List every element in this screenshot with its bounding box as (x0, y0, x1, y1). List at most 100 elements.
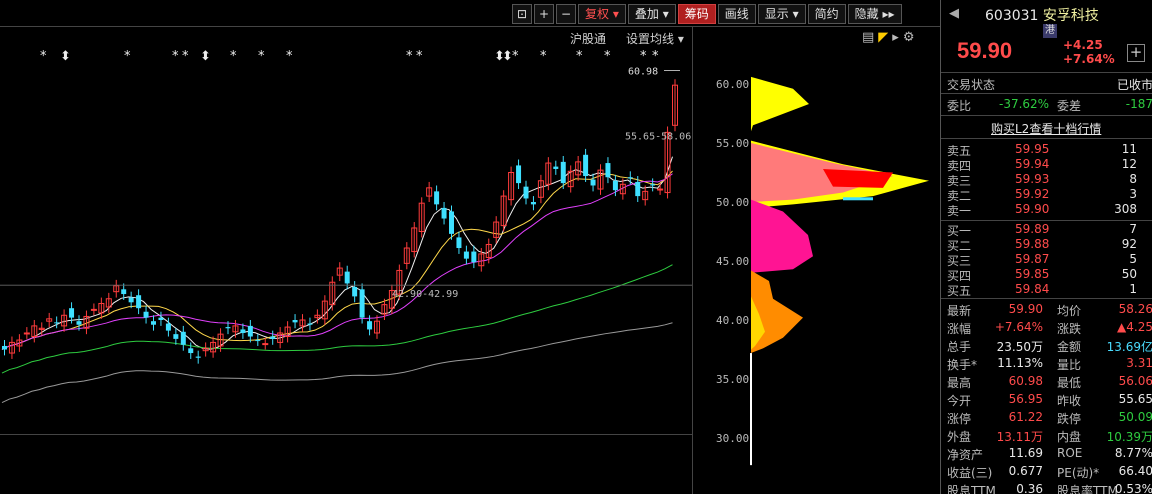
stat-label: 涨幅 (947, 322, 972, 336)
event-marker: * (576, 49, 583, 64)
candle-body-down (367, 321, 373, 330)
candle-body-up (262, 343, 269, 346)
level-annotation: 42.90-42.99 (392, 289, 458, 300)
stat-label: 换手* (947, 358, 978, 372)
stat-value: 10.39万 (1106, 430, 1152, 444)
chip-band-orange (751, 270, 803, 354)
bid-row[interactable]: 买五 59.84 1 (947, 282, 1152, 298)
event-marker: * (652, 49, 659, 64)
candle-body-down (516, 165, 522, 184)
stat-row: 今开 56.95 昨收 55.65 (947, 392, 1152, 408)
level-price: 59.84 (1015, 282, 1050, 296)
jianyue-button[interactable]: 简约 (807, 4, 846, 24)
level-label: 买五 (947, 284, 972, 298)
event-marker: * (604, 49, 611, 64)
xianshi-button[interactable]: 显示 ▾ (757, 4, 806, 24)
bid-row[interactable]: 买一 59.89 7 (947, 222, 1152, 238)
ask-row[interactable]: 卖二 59.92 3 (947, 187, 1152, 203)
ask-row[interactable]: 卖四 59.94 12 (947, 157, 1152, 173)
stat-row: 净资产 11.69 ROE 8.77% (947, 446, 1152, 462)
lock-icon[interactable]: ⊡ (512, 4, 532, 24)
bid-row[interactable]: 买三 59.87 5 (947, 252, 1152, 268)
event-marker: * (124, 49, 131, 64)
stat-label: 跌停 (1057, 412, 1082, 426)
level-price: 59.89 (1015, 222, 1050, 236)
play-icon[interactable]: ▸ (892, 30, 903, 45)
stat-value: 55.65 (1118, 392, 1152, 406)
high-annotation: 60.98 (628, 66, 658, 77)
price-axis-label: 40.00 (716, 314, 750, 327)
chouma-button[interactable]: 筹码 (677, 4, 716, 24)
candle-body-down (270, 336, 276, 339)
webi-row: 委比 -37.62% 委差 -187 (947, 97, 1152, 113)
bid-row[interactable]: 买二 59.88 92 (947, 237, 1152, 253)
prev-stock-icon[interactable]: ◀ (949, 6, 959, 21)
candle-body-down (195, 356, 201, 358)
histogram-icon[interactable]: ▤ (862, 30, 878, 45)
stat-value: +7.64% (994, 320, 1043, 334)
current-price: 59.90 (957, 38, 1013, 63)
stat-label: 内盘 (1057, 430, 1082, 444)
candle-body-down (590, 179, 596, 186)
stat-row: 最新 59.90 均价 58.26 (947, 302, 1152, 318)
webi-label: 委比 (947, 99, 972, 113)
candle-body-down (605, 163, 611, 178)
stat-value: 50.09 (1118, 410, 1152, 424)
stat-label: 最高 (947, 376, 972, 390)
stat-label: PE(动)* (1057, 466, 1100, 480)
ask-row[interactable]: 卖三 59.93 8 (947, 172, 1152, 188)
stat-value: 56.95 (1008, 392, 1043, 406)
yincang-label: 隐藏 (854, 7, 879, 21)
ask-row[interactable]: 卖一 59.90 308 (947, 202, 1152, 218)
l2-link[interactable]: 购买L2查看十档行情 (991, 120, 1101, 137)
candle-body-down (650, 184, 656, 186)
candle-body-down (583, 154, 589, 177)
status-value: 已收市 (1116, 78, 1152, 92)
level-volume: 92 (1121, 237, 1137, 251)
candle-body-down (344, 271, 350, 284)
level-price: 59.88 (1015, 237, 1050, 251)
ask-row[interactable]: 卖五 59.95 11 (947, 142, 1152, 158)
candle-body-down (530, 202, 536, 205)
candlestick-chart[interactable]: 42.90-42.9960.9855.65-58.06* ⬍ * * * ⬍ * * * * * ⬍⬍… (0, 28, 692, 432)
yincang-button[interactable]: 隐藏 ▸▸ (847, 4, 902, 24)
stat-value: 0.36 (1016, 482, 1043, 494)
candle-body-down (225, 327, 231, 329)
webi-value: -37.62% (999, 97, 1050, 111)
status-label: 交易状态 (947, 78, 996, 92)
pointer-icon[interactable]: ◤ (878, 30, 892, 45)
candle-body-up (23, 332, 30, 335)
stat-label: 股息率TTM (1057, 484, 1118, 494)
event-marker: ⬍ (60, 49, 71, 64)
zoom-in-icon[interactable]: + (534, 4, 554, 24)
bid-row[interactable]: 买四 59.85 50 (947, 267, 1152, 283)
huaxian-button[interactable]: 画线 (717, 4, 756, 24)
stock-code: 603031 (985, 8, 1039, 24)
candle-body-down (76, 321, 82, 325)
candle-body-down (292, 320, 298, 323)
candle-body-down (560, 161, 566, 184)
gear-icon[interactable]: ⚙ (903, 30, 919, 45)
stat-row: 换手* 11.13% 量比 3.31 (947, 356, 1152, 372)
candle-body-down (471, 251, 477, 263)
candle-body-down (165, 323, 171, 331)
candle-body-down (247, 325, 253, 337)
fuquan-button[interactable]: 复权 ▾ (578, 4, 626, 24)
stat-value: 56.06 (1118, 374, 1152, 388)
zoom-out-icon[interactable]: − (556, 4, 576, 24)
stat-label: 均价 (1057, 304, 1082, 318)
stat-value: ▲4.25 (1117, 320, 1152, 334)
current-price-marker (843, 197, 873, 201)
event-marker: * (286, 49, 293, 64)
price-axis-label: 55.00 (716, 137, 750, 150)
stat-label: ROE (1057, 446, 1083, 460)
diejia-button[interactable]: 叠加 ▾ (627, 4, 676, 24)
candle-body-down (635, 181, 641, 197)
stat-value: 60.98 (1008, 374, 1043, 388)
stat-label: 净资产 (947, 448, 984, 462)
fuquan-label: 复权 (585, 7, 610, 21)
level-price: 59.85 (1015, 267, 1050, 281)
divider (941, 115, 1152, 116)
chip-tools: ▤◤▸⚙ (862, 30, 918, 45)
add-watchlist-button[interactable]: + (1127, 44, 1145, 62)
